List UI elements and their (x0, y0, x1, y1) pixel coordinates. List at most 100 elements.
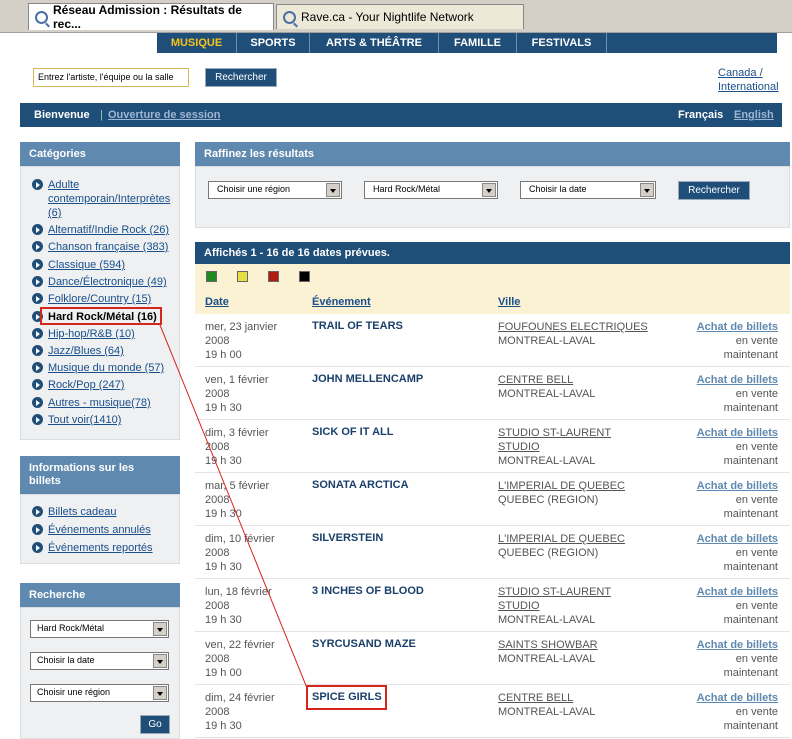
results-column-header: Date Événement Ville (195, 292, 790, 314)
event-city: MONTREAL-LAVAL (498, 614, 596, 626)
side-go-button[interactable]: Go (140, 715, 170, 734)
category-item-classique[interactable]: Classique (594) (32, 258, 125, 272)
venue-link[interactable]: L'IMPERIAL DE QUEBEC (498, 479, 668, 493)
category-item-adulte[interactable]: Adulte contemporain/Interprètes (6) (32, 178, 170, 220)
event-name-link[interactable]: TRAIL OF TEARS (312, 320, 403, 332)
arrow-bullet-icon (32, 379, 43, 390)
legend-square-yellow (237, 271, 248, 282)
venue-link-line2[interactable]: STUDIO (498, 440, 668, 454)
category-label: Chanson française (383) (48, 241, 169, 253)
refine-date-select[interactable]: Choisir la date (520, 181, 656, 199)
category-label: Folklore/Country (15) (48, 293, 152, 305)
venue-link[interactable]: STUDIO ST-LAURENT (498, 426, 668, 440)
category-label: Hip-hop/R&B (10) (48, 328, 135, 340)
refine-genre-select[interactable]: Hard Rock/Métal (364, 181, 498, 199)
col-date[interactable]: Date (205, 296, 229, 308)
welcome-separator: | (100, 109, 103, 121)
buy-tickets-link[interactable]: Achat de billets (697, 532, 778, 546)
arrow-bullet-icon (32, 397, 43, 408)
buy-tickets-link[interactable]: Achat de billets (697, 691, 778, 705)
arrow-bullet-icon (32, 362, 43, 373)
event-city: MONTREAL-LAVAL (498, 653, 596, 665)
region-link[interactable]: Canada / International (718, 66, 782, 94)
search-button[interactable]: Rechercher (205, 68, 277, 87)
venue-link[interactable]: SAINTS SHOWBAR (498, 638, 668, 652)
buy-tickets-link[interactable]: Achat de billets (697, 479, 778, 493)
event-venue: STUDIO ST-LAURENT STUDIO MONTREAL-LAVAL (498, 585, 668, 627)
event-name-link[interactable]: SYRCUSAND MAZE (312, 638, 416, 650)
category-item-autres[interactable]: Autres - musique(78) (32, 396, 151, 410)
buy-tickets-link[interactable]: Achat de billets (697, 373, 778, 387)
link-evenements-annules[interactable]: Événements annulés (32, 523, 151, 537)
chevron-down-icon (153, 686, 167, 700)
buy-tickets-link[interactable]: Achat de billets (697, 320, 778, 334)
category-item-folklore[interactable]: Folklore/Country (15) (32, 292, 151, 306)
nav-arts-theatre[interactable]: ARTS & THÉÂTRE (310, 33, 439, 53)
buy-tickets-link[interactable]: Achat de billets (697, 426, 778, 440)
refine-region-select[interactable]: Choisir une région (208, 181, 342, 199)
arrow-bullet-icon (32, 259, 43, 270)
category-item-jazz[interactable]: Jazz/Blues (64) (32, 344, 124, 358)
refine-search-button[interactable]: Rechercher (678, 181, 750, 200)
browser-tab-admission[interactable]: Réseau Admission : Résultats de rec... (28, 3, 274, 31)
side-region-select[interactable]: Choisir une région (30, 684, 169, 702)
venue-link[interactable]: CENTRE BELL (498, 691, 668, 705)
event-name-link[interactable]: SONATA ARCTICA (312, 479, 409, 491)
ticket-cell: Achat de billets en vente maintenant (697, 426, 778, 468)
event-name-link[interactable]: JOHN MELLENCAMP (312, 373, 423, 385)
venue-link[interactable]: CENTRE BELL (498, 373, 668, 387)
category-item-alternatif[interactable]: Alternatif/Indie Rock (26) (32, 223, 169, 237)
event-venue: SAINTS SHOWBAR MONTREAL-LAVAL (498, 638, 668, 666)
venue-link[interactable]: STUDIO ST-LAURENT (498, 585, 668, 599)
side-genre-select[interactable]: Hard Rock/Métal (30, 620, 169, 638)
category-item-dance[interactable]: Dance/Électronique (49) (32, 275, 167, 289)
search-input[interactable]: Entrez l'artiste, l'équipe ou la salle (33, 68, 189, 87)
nav-festivals[interactable]: FESTIVALS (517, 33, 607, 53)
buy-tickets-link[interactable]: Achat de billets (697, 638, 778, 652)
welcome-bar: Bienvenue | Ouverture de session Françai… (20, 103, 782, 127)
lang-francais[interactable]: Français (678, 109, 723, 121)
side-date-select[interactable]: Choisir la date (30, 652, 169, 670)
browser-tab-rave[interactable]: Rave.ca - Your Nightlife Network (276, 4, 524, 29)
ticket-cell: Achat de billets en vente maintenant (697, 532, 778, 574)
legend-square-green (206, 271, 217, 282)
sale-status: en vente (735, 600, 778, 612)
chevron-down-icon (640, 183, 654, 197)
category-label: Rock/Pop (247) (48, 379, 125, 391)
nav-famille[interactable]: FAMILLE (439, 33, 517, 53)
venue-link[interactable]: L'IMPERIAL DE QUEBEC (498, 532, 668, 546)
event-name-link[interactable]: 3 INCHES OF BLOOD (312, 585, 424, 597)
nav-musique[interactable]: MUSIQUE (157, 33, 237, 53)
link-billets-cadeau[interactable]: Billets cadeau (32, 505, 117, 519)
lang-english[interactable]: English (734, 109, 774, 121)
categories-header: Catégories (20, 142, 180, 166)
col-city[interactable]: Ville (498, 296, 520, 308)
buy-tickets-link[interactable]: Achat de billets (697, 585, 778, 599)
chevron-down-icon (482, 183, 496, 197)
col-event[interactable]: Événement (312, 296, 371, 308)
category-item-chanson[interactable]: Chanson française (383) (32, 240, 168, 254)
category-item-tout-voir[interactable]: Tout voir(1410) (32, 413, 121, 427)
category-item-musique-monde[interactable]: Musique du monde (57) (32, 361, 164, 375)
ticket-info-header: Informations sur les billets (20, 456, 180, 494)
arrow-bullet-icon (32, 293, 43, 304)
venue-link-line2[interactable]: STUDIO (498, 599, 668, 613)
event-name-link[interactable]: SILVERSTEIN (312, 532, 383, 544)
login-link[interactable]: Ouverture de session (108, 109, 221, 121)
welcome-text: Bienvenue (34, 109, 90, 121)
event-date: dim, 24 février 2008 19 h 30 (205, 692, 275, 732)
highlight-box-category (40, 307, 162, 325)
arrow-bullet-icon (32, 542, 43, 553)
event-name-link[interactable]: SICK OF IT ALL (312, 426, 393, 438)
link-evenements-reportes[interactable]: Événements reportés (32, 541, 153, 555)
venue-link[interactable]: FOUFOUNES ELECTRIQUES (498, 320, 668, 334)
category-item-hip-hop[interactable]: Hip-hop/R&B (10) (32, 327, 135, 341)
arrow-bullet-icon (32, 414, 43, 425)
event-date: ven, 22 février 2008 19 h 00 (205, 639, 275, 679)
ticket-cell: Achat de billets en vente maintenant (697, 373, 778, 415)
nav-sports[interactable]: SPORTS (237, 33, 310, 53)
event-venue: CENTRE BELL MONTREAL-LAVAL (498, 691, 668, 719)
side-search-header: Recherche (20, 583, 180, 607)
results-summary: Affichés 1 - 16 de 16 dates prévues. (195, 242, 790, 264)
category-item-rock-pop[interactable]: Rock/Pop (247) (32, 378, 124, 392)
